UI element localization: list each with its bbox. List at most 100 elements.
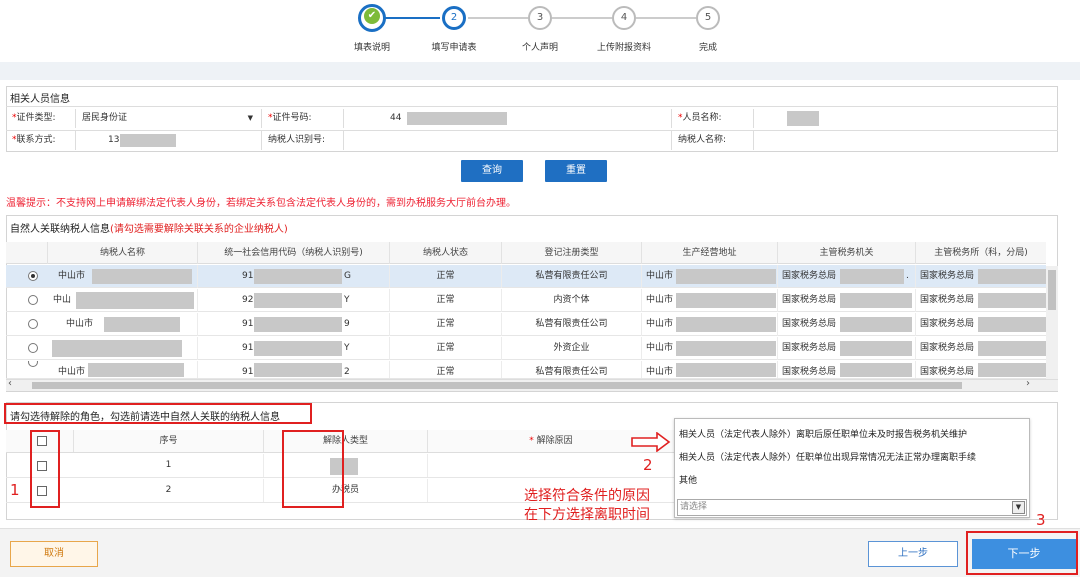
reg-type-cell: 外资企业 bbox=[502, 337, 642, 360]
col-seq: 序号 bbox=[74, 430, 264, 452]
masked-value bbox=[407, 112, 507, 125]
taxpayer-id-field[interactable] bbox=[344, 131, 672, 150]
step-5-label: 完成 bbox=[698, 43, 717, 53]
prev-step-button[interactable]: 上一步 bbox=[868, 541, 958, 567]
address-cell: 中山市 bbox=[642, 265, 778, 288]
step-connector bbox=[552, 17, 612, 19]
highlight-box bbox=[282, 430, 344, 508]
highlight-box bbox=[966, 531, 1078, 575]
reason-option[interactable]: 其他 bbox=[679, 473, 697, 486]
col-credit-code: 统一社会信用代码（纳税人识别号) bbox=[198, 242, 390, 264]
scrollbar-thumb[interactable] bbox=[1048, 270, 1056, 310]
id-no-field[interactable]: 44 bbox=[344, 109, 672, 128]
chevron-down-icon[interactable]: ▼ bbox=[1012, 501, 1025, 514]
reg-type-cell: 内资个体 bbox=[502, 289, 642, 312]
scroll-left-icon[interactable]: ‹ bbox=[8, 378, 12, 389]
step-1-label: 填表说明 bbox=[353, 43, 390, 53]
row-radio[interactable] bbox=[28, 319, 38, 329]
credit-code-cell: 91 9 bbox=[198, 313, 390, 336]
tax-branch-cell: 国家税务总局 bbox=[916, 337, 1046, 360]
taxpayer-name-cell: 中山市 bbox=[48, 265, 198, 288]
annotation-instruction-2: 在下方选择离职时间 bbox=[524, 507, 650, 523]
tax-branch-cell: 国家税务总局 bbox=[916, 361, 1046, 378]
col-taxpayer-name: 纳税人名称 bbox=[48, 242, 198, 264]
credit-code-cell: 92 Y bbox=[198, 289, 390, 312]
id-no-label-cell: *证件号码: bbox=[262, 109, 344, 128]
annotation-number: 2 bbox=[643, 456, 653, 474]
scroll-right-icon[interactable]: › bbox=[1026, 378, 1030, 389]
chevron-down-icon: ▼ bbox=[247, 114, 253, 122]
progress-stepper: ✔ 2 3 4 5 填表说明 填写申请表 个人声明 上传附报资料 完成 bbox=[0, 0, 1080, 62]
taxpayer-name-cell: 中山 bbox=[48, 289, 198, 312]
col-status: 纳税人状态 bbox=[390, 242, 502, 264]
credit-code-cell: 91 G bbox=[198, 265, 390, 288]
row-radio[interactable] bbox=[28, 343, 38, 353]
step-3-label: 个人声明 bbox=[521, 43, 558, 53]
table-row[interactable]: 中山市 91 G 正常 私营有限责任公司 中山市 国家税务总局. 国家税务总局 bbox=[6, 265, 1046, 288]
masked-value bbox=[787, 111, 819, 126]
horizontal-scrollbar[interactable]: ‹ › bbox=[6, 378, 1058, 391]
form-row-1: *证件类型: 居民身份证 ▼ *证件号码: 44 *人员名称: bbox=[6, 109, 1058, 129]
arrow-right-icon bbox=[631, 432, 671, 452]
highlight-box bbox=[4, 403, 312, 424]
reason-option[interactable]: 相关人员（法定代表人除外）离职后原任职单位未及时报告税务机关维护 bbox=[679, 427, 967, 440]
row-radio[interactable] bbox=[28, 361, 38, 367]
check-icon: ✔ bbox=[364, 8, 380, 24]
seq-cell: 2 bbox=[74, 479, 264, 502]
col-select bbox=[6, 242, 48, 264]
form-row-2: *联系方式: 13 纳税人识别号: 纳税人名称: bbox=[6, 130, 1058, 150]
id-type-select[interactable]: 居民身份证 ▼ bbox=[76, 109, 262, 128]
status-cell: 正常 bbox=[390, 361, 502, 378]
vertical-scrollbar[interactable] bbox=[1046, 266, 1058, 379]
name-field[interactable] bbox=[754, 109, 1058, 128]
scrollbar-thumb[interactable] bbox=[32, 382, 962, 389]
tax-office-cell: 国家税务总局. bbox=[778, 265, 916, 288]
tax-office-cell: 国家税务总局 bbox=[778, 361, 916, 378]
col-address: 生产经营地址 bbox=[642, 242, 778, 264]
col-tax-branch: 主管税务所（科，分局) bbox=[934, 248, 1028, 258]
credit-code-cell: 91 Y bbox=[198, 337, 390, 360]
step-5-circle: 5 bbox=[696, 6, 720, 30]
row-radio[interactable] bbox=[28, 271, 38, 281]
table-row[interactable]: 中山 92 Y 正常 内资个体 中山市 国家税务总局 国家税务总局 bbox=[6, 289, 1046, 312]
step-2-circle: 2 bbox=[442, 6, 466, 30]
person-info-title: 相关人员信息 bbox=[10, 94, 70, 105]
table-row[interactable]: 91 Y 正常 外资企业 中山市 国家税务总局 国家税务总局 bbox=[6, 337, 1046, 360]
name-label-cell: *人员名称: bbox=[672, 109, 754, 128]
reg-type-cell: 私营有限责任公司 bbox=[502, 313, 642, 336]
taxpayer-name-cell: 中山市 bbox=[48, 313, 198, 336]
reason-cell bbox=[428, 454, 674, 477]
tax-branch-cell: 国家税务总局 bbox=[916, 289, 1046, 312]
step-2-label: 填写申请表 bbox=[431, 43, 477, 53]
masked-value bbox=[120, 134, 176, 147]
table-row[interactable]: 中山市 91 9 正常 私营有限责任公司 中山市 国家税务总局 国家税务总局 bbox=[6, 313, 1046, 336]
id-type-label-cell: *证件类型: bbox=[6, 109, 76, 128]
step-4-circle: 4 bbox=[612, 6, 636, 30]
address-cell: 中山市 bbox=[642, 313, 778, 336]
query-button[interactable]: 查询 bbox=[461, 160, 523, 182]
taxpayer-name-label-cell: 纳税人名称: bbox=[672, 131, 754, 150]
cancel-button[interactable]: 取消 bbox=[10, 541, 98, 567]
annotation-number: 1 bbox=[10, 481, 20, 499]
tax-branch-cell: 国家税务总局 bbox=[916, 265, 1046, 288]
tax-office-cell: 国家税务总局 bbox=[778, 289, 916, 312]
address-cell: 中山市 bbox=[642, 289, 778, 312]
taxpayer-id-label-cell: 纳税人识别号: bbox=[262, 131, 344, 150]
step-connector bbox=[468, 17, 528, 19]
contact-field[interactable]: 13 bbox=[76, 131, 262, 150]
annotation-number: 3 bbox=[1036, 511, 1046, 529]
tax-office-cell: 国家税务总局 bbox=[778, 313, 916, 336]
reason-option[interactable]: 相关人员（法定代表人除外）任职单位出现异常情况无法正常办理离职手续 bbox=[679, 450, 976, 463]
status-cell: 正常 bbox=[390, 313, 502, 336]
tax-branch-cell: 国家税务总局 bbox=[916, 313, 1046, 336]
reset-button[interactable]: 重置 bbox=[545, 160, 607, 182]
status-cell: 正常 bbox=[390, 337, 502, 360]
taxpayer-name-field[interactable] bbox=[754, 131, 1058, 150]
row-radio[interactable] bbox=[28, 295, 38, 305]
reason-dropdown[interactable]: 相关人员（法定代表人除外）离职后原任职单位未及时报告税务机关维护 相关人员（法定… bbox=[674, 418, 1030, 518]
table-row[interactable]: 中山市 91 2 正常 私营有限责任公司 中山市 国家税务总局 国家税务总局 bbox=[6, 361, 1046, 379]
related-table-header: 纳税人名称 统一社会信用代码（纳税人识别号) 纳税人状态 登记注册类型 生产经营… bbox=[6, 242, 1046, 264]
address-cell: 中山市 bbox=[642, 337, 778, 360]
reason-select[interactable]: 请选择 ▼ bbox=[677, 499, 1027, 516]
reg-type-cell: 私营有限责任公司 bbox=[502, 361, 642, 378]
